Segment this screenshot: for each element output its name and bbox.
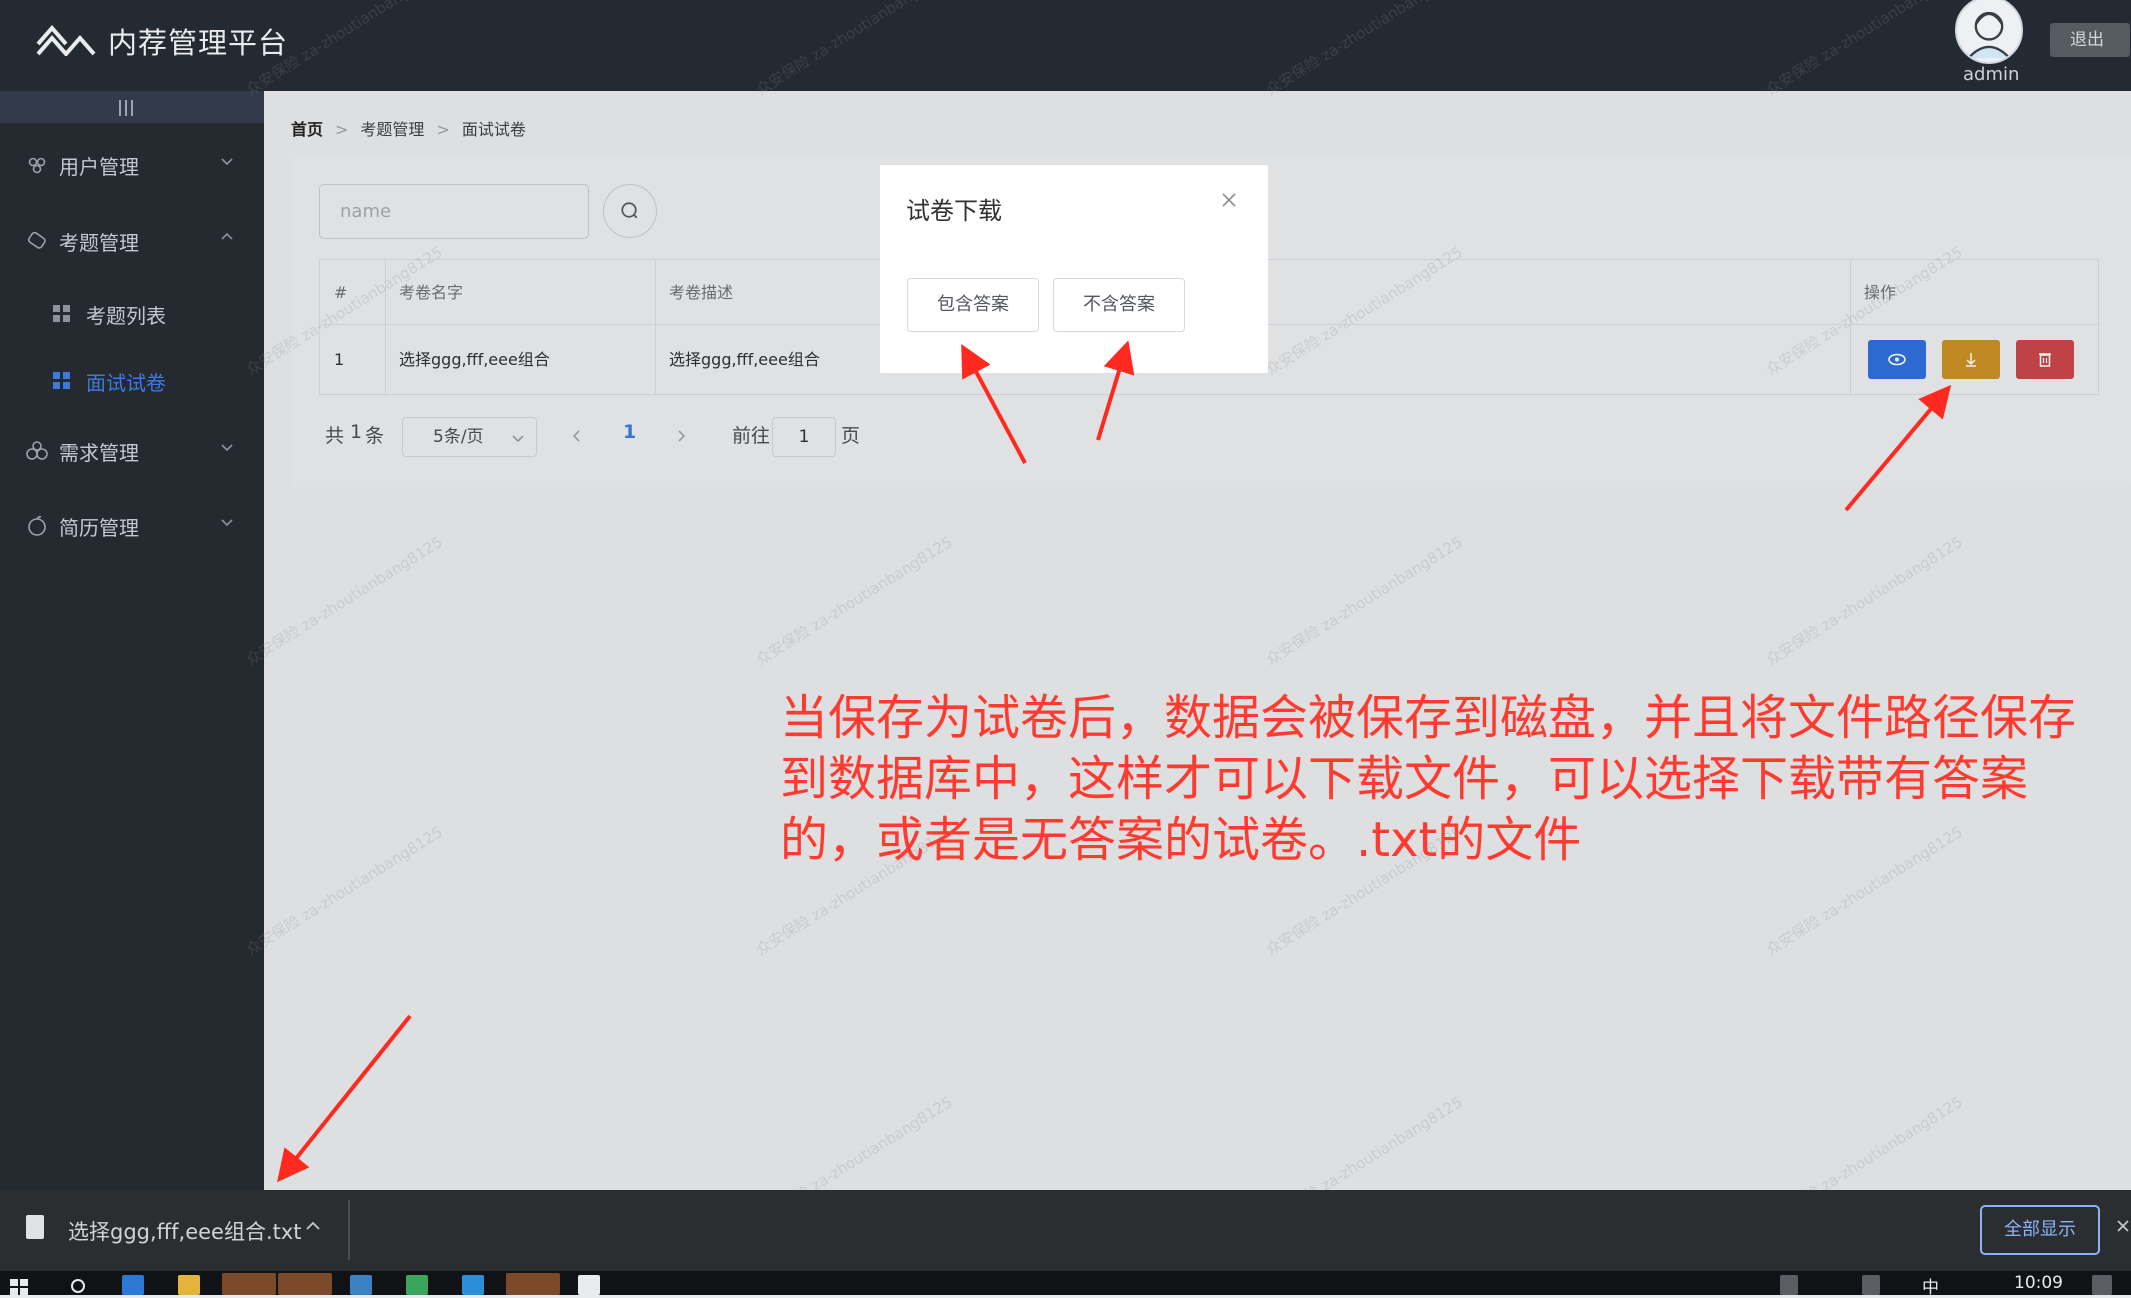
clock[interactable]: 10:09: [2014, 1273, 2063, 1293]
avatar-icon: [1967, 11, 2011, 60]
search-icon[interactable]: [68, 1275, 90, 1295]
sidebar-item-users[interactable]: 用户管理: [0, 136, 264, 192]
typora-icon[interactable]: [578, 1275, 600, 1295]
without-answers-button[interactable]: 不含答案: [1053, 278, 1185, 332]
webstorm-icon[interactable]: [462, 1275, 484, 1295]
sidebar-collapse-toggle[interactable]: [0, 91, 264, 123]
sidebar-item-label: 简历管理: [59, 516, 139, 540]
tool-icon[interactable]: [406, 1275, 428, 1295]
sidebar-subitem-label: 考题列表: [86, 304, 166, 328]
windows-start-icon[interactable]: [8, 1275, 30, 1295]
app-title: 内荐管理平台: [108, 26, 289, 60]
chrome-icon[interactable]: [278, 1273, 332, 1295]
with-answers-button[interactable]: 包含答案: [907, 278, 1039, 332]
chevron-up-icon: [221, 232, 233, 240]
downloaded-file-name[interactable]: 选择ggg,fff,eee组合.txt: [68, 1216, 302, 1246]
sidebar-item-demand[interactable]: 需求管理: [0, 422, 264, 478]
sidebar-item-label: 需求管理: [59, 441, 139, 465]
user-avatar[interactable]: [1955, 0, 2023, 64]
folder-icon[interactable]: [178, 1275, 200, 1295]
wechat-icon[interactable]: [506, 1273, 560, 1295]
sidebar-subitem-label: 面试试卷: [86, 371, 166, 395]
questions-icon: [27, 231, 46, 249]
teams-icon[interactable]: [222, 1273, 276, 1295]
chevron-down-icon: [221, 444, 233, 452]
browser-download-bar: 选择ggg,fff,eee组合.txt 全部显示: [0, 1190, 2131, 1271]
sidebar: 用户管理 考题管理 考题列表 面试试卷 需求管理 简历管理: [0, 91, 264, 1190]
close-icon[interactable]: [2115, 1218, 2131, 1234]
file-icon: [26, 1215, 44, 1239]
chevron-up-icon[interactable]: [305, 1220, 321, 1232]
download-dialog: 试卷下载 包含答案 不含答案: [880, 165, 1268, 373]
divider: [348, 1200, 350, 1260]
logout-button[interactable]: 退出: [2050, 23, 2130, 57]
grid-icon: [53, 372, 70, 389]
username-label: admin: [1963, 64, 2020, 85]
sidebar-subitem-interview-papers[interactable]: 面试试卷: [0, 352, 264, 408]
os-taskbar: 中 10:09: [0, 1271, 2131, 1298]
resume-icon: [28, 515, 46, 536]
show-all-downloads-button[interactable]: 全部显示: [1980, 1205, 2100, 1255]
sidebar-item-questions[interactable]: 考题管理: [0, 212, 264, 268]
chevron-down-icon: [221, 519, 233, 527]
sidebar-subitem-question-list[interactable]: 考题列表: [0, 285, 264, 341]
volume-icon[interactable]: [1862, 1275, 1880, 1295]
grid-icon: [53, 305, 70, 322]
ime-indicator[interactable]: 中: [1922, 1273, 1939, 1298]
goland-icon[interactable]: [350, 1275, 372, 1295]
sidebar-item-label: 考题管理: [59, 231, 139, 255]
network-icon[interactable]: [1780, 1275, 1798, 1295]
sidebar-item-resume[interactable]: 简历管理: [0, 497, 264, 553]
users-icon: [28, 157, 46, 174]
close-icon[interactable]: [1220, 191, 1238, 209]
dialog-title: 试卷下载: [906, 197, 1002, 225]
notification-icon[interactable]: [2092, 1275, 2112, 1295]
collapse-icon: [119, 100, 133, 116]
outlook-icon[interactable]: [122, 1275, 144, 1295]
sidebar-item-label: 用户管理: [59, 155, 139, 179]
mountain-logo-icon: [36, 24, 96, 56]
demand-icon: [26, 441, 48, 460]
annotation-text: 当保存为试卷后，数据会被保存到磁盘，并且将文件路径保存到数据库中，这样才可以下载…: [780, 690, 2077, 868]
chevron-down-icon: [221, 158, 233, 166]
